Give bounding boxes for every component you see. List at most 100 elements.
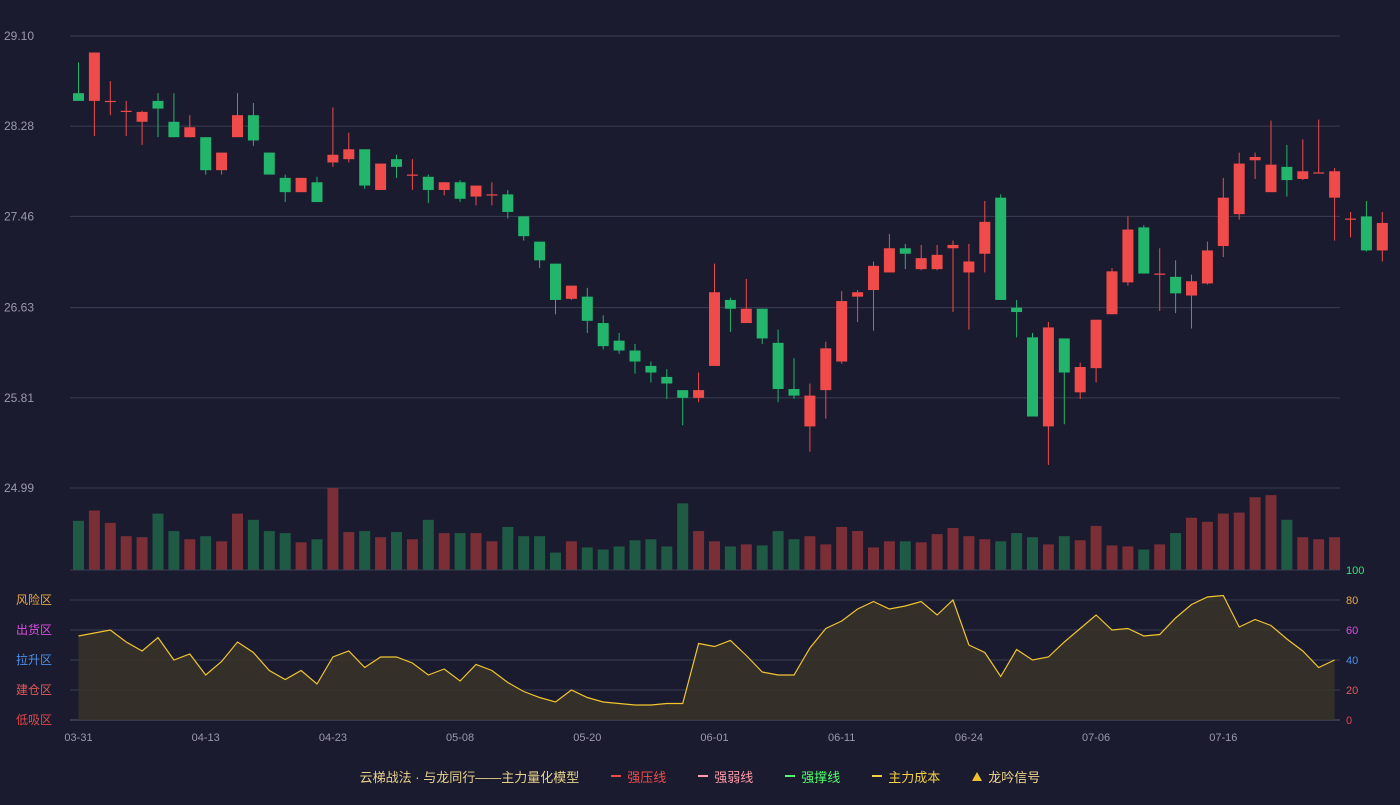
candle-body bbox=[709, 292, 720, 366]
candle-body bbox=[1297, 171, 1309, 179]
candle-body bbox=[836, 301, 848, 362]
candle-body bbox=[693, 390, 705, 398]
volume-bar bbox=[724, 546, 736, 570]
date-tick-label: 06-24 bbox=[955, 732, 983, 744]
volume-bar bbox=[200, 536, 212, 570]
price-axis: 29.10 28.28 27.46 26.63 25.81 24.99 bbox=[4, 29, 34, 495]
candle-body bbox=[1106, 271, 1118, 315]
volume-bar bbox=[1313, 539, 1325, 570]
volume-bar bbox=[597, 549, 609, 570]
candle-body bbox=[1042, 327, 1054, 427]
indicator-zone-labels: 风险区出货区拉升区建仓区低吸区 bbox=[16, 592, 52, 727]
volume-bar bbox=[534, 536, 546, 570]
candle-body bbox=[995, 197, 1007, 300]
volume-bar bbox=[1011, 533, 1023, 570]
candle-body bbox=[406, 174, 418, 176]
indicator-tick-label: 60 bbox=[1346, 625, 1358, 637]
volume-bar bbox=[1329, 537, 1341, 570]
volume-bar bbox=[629, 540, 641, 570]
volume-bar bbox=[804, 536, 816, 570]
candle-body bbox=[295, 177, 307, 193]
indicator-tick-label: 0 bbox=[1346, 715, 1352, 727]
volume-bar bbox=[470, 533, 482, 570]
volume-bars bbox=[73, 488, 1341, 570]
volume-bar bbox=[613, 546, 625, 570]
volume-bar bbox=[852, 531, 864, 570]
volume-bar bbox=[1233, 512, 1245, 570]
candle-body bbox=[740, 308, 752, 324]
volume-bar bbox=[581, 547, 593, 570]
candle-body bbox=[184, 127, 196, 138]
candle-body bbox=[1360, 216, 1372, 251]
volume-bar bbox=[836, 526, 848, 570]
volume-bar bbox=[88, 510, 100, 570]
volume-bar bbox=[1074, 540, 1086, 570]
candle-body bbox=[597, 323, 609, 347]
chart-legend: 云梯战法 · 与龙同行——主力量化模型 强压线 强弱线 强撑线 主力成本 龙吟信… bbox=[0, 766, 1400, 786]
volume-bar bbox=[263, 531, 275, 570]
volume-bar bbox=[1265, 495, 1277, 570]
volume-bar bbox=[756, 545, 768, 570]
candle-body bbox=[1154, 273, 1166, 275]
volume-bar bbox=[1122, 546, 1134, 570]
candle-body bbox=[979, 221, 991, 254]
volume-bar bbox=[550, 552, 561, 570]
candle-body bbox=[279, 177, 291, 193]
volume-bar bbox=[979, 539, 991, 570]
candle-body bbox=[947, 244, 959, 249]
candle-body bbox=[772, 342, 784, 390]
candle-body bbox=[1138, 227, 1150, 274]
candle-body bbox=[788, 389, 800, 396]
date-tick-label: 03-31 bbox=[64, 732, 92, 744]
candle-body bbox=[677, 390, 689, 398]
triangle-icon bbox=[972, 771, 983, 781]
date-tick-label: 06-11 bbox=[828, 732, 855, 744]
candle-body bbox=[1281, 166, 1293, 181]
date-tick-label: 05-20 bbox=[573, 732, 601, 744]
price-tick-label: 29.10 bbox=[4, 29, 34, 43]
candle-body bbox=[1376, 222, 1388, 251]
legend-item-strong-support[interactable]: 强撑线 bbox=[785, 767, 840, 786]
candle-body bbox=[581, 296, 593, 321]
volume-bar bbox=[947, 527, 959, 570]
candle-body bbox=[73, 93, 84, 101]
volume-bar bbox=[1281, 519, 1293, 570]
candle-body bbox=[88, 52, 100, 101]
volume-bar bbox=[454, 533, 466, 570]
legend-label: 主力成本 bbox=[888, 769, 941, 785]
candle-body bbox=[661, 376, 673, 384]
date-tick-label: 06-01 bbox=[700, 732, 728, 744]
volume-bar bbox=[168, 531, 180, 570]
indicator-tick-label: 80 bbox=[1346, 595, 1358, 607]
candlestick-chart: 29.10 28.28 27.46 26.63 25.81 24.99 风险区出货区拉升区… bbox=[4, 29, 1388, 744]
indicator-right-axis: 100 80 60 40 20 0 bbox=[1346, 565, 1364, 727]
legend-label: 龙吟信号 bbox=[988, 769, 1041, 785]
candle-body bbox=[565, 285, 577, 299]
candle-body bbox=[422, 176, 434, 190]
candle-body bbox=[1217, 197, 1229, 247]
date-tick-label: 05-08 bbox=[446, 732, 474, 744]
price-tick-label: 24.99 bbox=[4, 481, 34, 495]
legend-title: 云梯战法 · 与龙同行——主力量化模型 bbox=[359, 769, 580, 785]
dashed-line-icon bbox=[698, 775, 709, 777]
candle-body bbox=[1122, 229, 1134, 283]
volume-bar bbox=[677, 503, 689, 570]
volume-bar bbox=[1058, 536, 1070, 570]
candle-body bbox=[756, 308, 768, 339]
volume-bar bbox=[1138, 549, 1150, 570]
price-tick-label: 25.81 bbox=[4, 391, 34, 405]
candle-body bbox=[343, 149, 355, 160]
candle-body bbox=[915, 258, 927, 270]
volume-bar bbox=[518, 536, 530, 570]
legend-item-main-cost[interactable]: 主力成本 bbox=[872, 767, 940, 786]
candle-body bbox=[518, 216, 530, 237]
legend-item-strong-pressure[interactable]: 强压线 bbox=[611, 767, 666, 786]
legend-item-dragon-signal[interactable]: 龙吟信号 bbox=[972, 767, 1040, 786]
candle-body bbox=[1233, 163, 1245, 215]
volume-bar bbox=[1170, 533, 1182, 570]
price-tick-label: 27.46 bbox=[4, 209, 34, 223]
dashed-line-icon bbox=[872, 775, 883, 777]
date-axis: 03-31 04-13 04-23 05-08 05-20 06-01 06-11 06-24… bbox=[64, 732, 1237, 744]
indicator-tick-label: 100 bbox=[1346, 565, 1364, 577]
legend-item-strength-line[interactable]: 强弱线 bbox=[698, 767, 753, 786]
